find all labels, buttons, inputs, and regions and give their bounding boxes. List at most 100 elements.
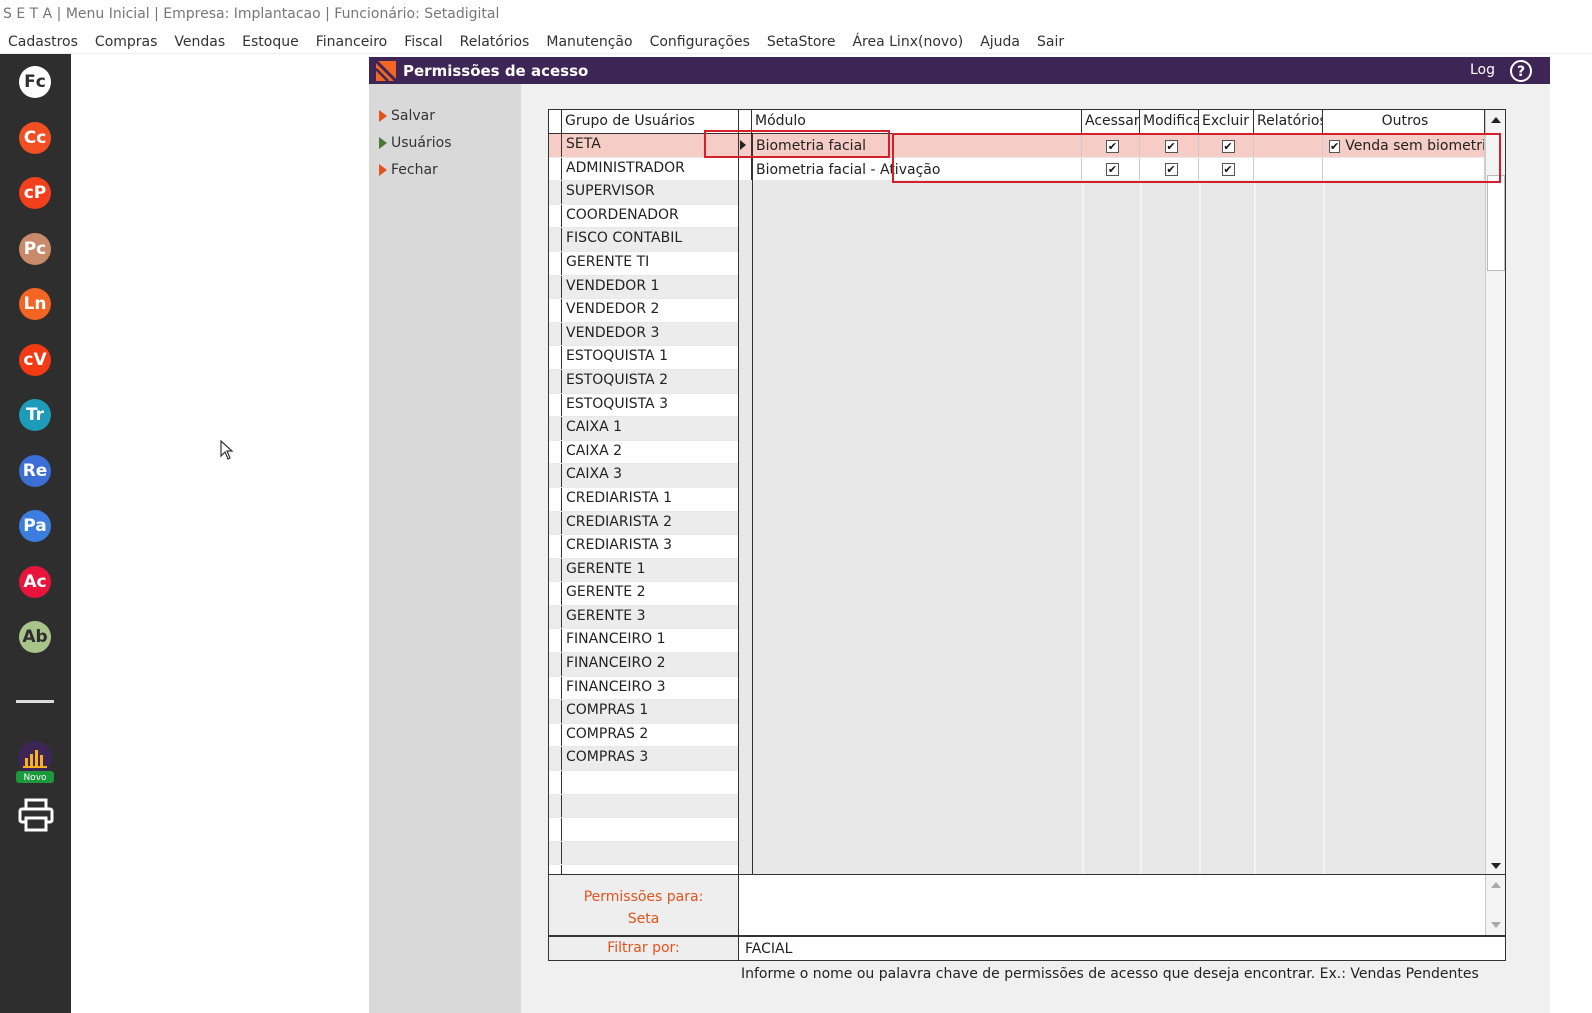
actions-panel: Salvar Usuários Fechar [369, 84, 521, 1013]
group-name: GERENTE 2 [566, 584, 646, 601]
group-row[interactable]: COMPRAS 1 [549, 700, 745, 724]
col-acessar[interactable]: Acessar [1082, 110, 1140, 133]
group-row[interactable]: GERENTE TI [549, 251, 745, 276]
menu-cadastros[interactable]: Cadastros [8, 34, 78, 50]
menu-ajuda[interactable]: Ajuda [980, 34, 1020, 50]
group-row[interactable]: COMPRAS 2 [549, 723, 745, 748]
group-row[interactable]: GERENTE 3 [549, 605, 745, 630]
groups-header-label: Grupo de Usuários [565, 113, 695, 129]
group-row[interactable]: CREDIARISTA 3 [549, 535, 745, 559]
group-row[interactable]: SUPERVISOR [549, 181, 745, 205]
group-row[interactable]: CREDIARISTA 1 [549, 487, 745, 512]
group-name: FINANCEIRO 1 [566, 631, 666, 648]
row-indicator [549, 771, 562, 794]
group-row[interactable]: CREDIARISTA 2 [549, 511, 745, 536]
group-name: CAIXA 2 [566, 442, 623, 459]
menu-relatorios[interactable]: Relatórios [460, 34, 530, 50]
group-row[interactable]: ADMINISTRADOR [549, 157, 745, 182]
group-row[interactable]: CAIXA 3 [549, 464, 745, 488]
menu-bar: Cadastros Compras Vendas Estoque Finance… [0, 30, 1592, 54]
group-row[interactable]: FINANCEIRO 3 [549, 676, 745, 701]
menu-vendas[interactable]: Vendas [174, 34, 225, 50]
group-row[interactable]: FINANCEIRO 1 [549, 629, 745, 654]
mouse-cursor-icon [220, 440, 234, 460]
menu-manutencao[interactable]: Manutenção [546, 34, 632, 50]
empty-group-row [549, 865, 745, 874]
group-name: SUPERVISOR [566, 183, 655, 200]
scroll-down-icon[interactable] [1490, 862, 1502, 870]
menu-configuracoes[interactable]: Configurações [650, 34, 750, 50]
bi-chart-icon[interactable]: Novo [15, 740, 55, 784]
row-indicator [549, 181, 562, 204]
app-fc-icon[interactable]: Fc [19, 66, 51, 98]
group-name: CAIXA 1 [566, 419, 623, 436]
row-indicator-header [549, 110, 562, 133]
action-label: Salvar [391, 107, 435, 124]
app-ln-icon[interactable]: Ln [19, 288, 51, 320]
app-pa-icon[interactable]: Pa [19, 510, 51, 542]
fechar-action[interactable]: Fechar [369, 156, 521, 183]
group-row[interactable]: VENDEDOR 1 [549, 275, 745, 300]
menu-sair[interactable]: Sair [1037, 34, 1064, 50]
filter-input[interactable] [745, 937, 1485, 960]
modules-vertical-scrollbar[interactable] [1485, 110, 1505, 874]
group-row[interactable]: ESTOQUISTA 3 [549, 393, 745, 418]
permissions-scrollbar[interactable] [1485, 875, 1505, 935]
group-name: ESTOQUISTA 2 [566, 371, 668, 388]
row-indicator [549, 700, 562, 723]
col-outros[interactable]: Outros [1323, 110, 1485, 133]
group-row[interactable]: VENDEDOR 2 [549, 299, 745, 323]
group-row[interactable]: FISCO CONTABIL [549, 228, 745, 252]
group-row[interactable]: COORDENADOR [549, 204, 745, 229]
group-row[interactable]: GERENTE 1 [549, 558, 745, 583]
salvar-action[interactable]: Salvar [369, 102, 521, 129]
scroll-up-icon[interactable] [1490, 116, 1502, 124]
group-row[interactable]: ESTOQUISTA 1 [549, 346, 745, 370]
menu-estoque[interactable]: Estoque [242, 34, 299, 50]
row-indicator [549, 346, 562, 369]
group-row[interactable]: COMPRAS 3 [549, 747, 745, 772]
modules-grid[interactable]: Módulo Acessar Modifica Excluir Relatóri… [738, 109, 1506, 875]
scroll-down-icon[interactable] [1490, 921, 1502, 929]
group-row[interactable]: FINANCEIRO 2 [549, 653, 745, 677]
group-row[interactable]: CAIXA 2 [549, 440, 745, 465]
empty-group-row [549, 771, 745, 795]
col-modifica[interactable]: Modifica [1140, 110, 1199, 133]
app-cc-icon[interactable]: Cc [19, 122, 51, 154]
group-row[interactable]: VENDEDOR 3 [549, 322, 745, 347]
row-indicator [549, 558, 562, 582]
menu-financeiro[interactable]: Financeiro [316, 34, 387, 50]
group-row[interactable]: ESTOQUISTA 2 [549, 369, 745, 394]
app-ab-icon[interactable]: Ab [19, 621, 51, 653]
app-ac-icon[interactable]: Ac [19, 566, 51, 598]
menu-compras[interactable]: Compras [95, 34, 158, 50]
window-titlebar: S E T A | Menu Inicial | Empresa: Implan… [0, 0, 1592, 30]
row-indicator [549, 818, 562, 841]
help-icon[interactable]: ? [1509, 59, 1533, 83]
row-indicator [549, 676, 562, 700]
play-arrow-icon [379, 136, 387, 149]
app-pc-icon[interactable]: Pc [19, 233, 51, 265]
titlebar-text: S E T A | Menu Inicial | Empresa: Implan… [3, 6, 500, 22]
permissions-for-value: Seta [627, 911, 660, 927]
group-name: VENDEDOR 3 [566, 324, 660, 341]
scroll-up-icon[interactable] [1490, 881, 1502, 889]
menu-fiscal[interactable]: Fiscal [404, 34, 442, 50]
user-groups-grid[interactable]: Grupo de Usuários SETA ADMINISTRADOR SUPER… [548, 109, 746, 875]
menu-setastore[interactable]: SetaStore [767, 34, 836, 50]
app-cp-icon[interactable]: cP [19, 177, 51, 209]
log-link[interactable]: Log [1470, 62, 1495, 78]
scrollbar-thumb[interactable] [1487, 175, 1505, 271]
row-indicator [549, 487, 562, 511]
app-re-icon[interactable]: Re [19, 455, 51, 487]
app-tr-icon[interactable]: Tr [19, 399, 51, 431]
app-cv-icon[interactable]: cV [19, 344, 51, 376]
col-excluir[interactable]: Excluir [1199, 110, 1254, 133]
group-row[interactable]: GERENTE 2 [549, 582, 745, 606]
group-name: COMPRAS 1 [566, 702, 649, 719]
usuarios-action[interactable]: Usuários [369, 129, 521, 156]
group-row[interactable]: CAIXA 1 [549, 417, 745, 441]
menu-area-linx[interactable]: Área Linx(novo) [852, 34, 963, 50]
col-relatorios[interactable]: Relatórios [1254, 110, 1323, 133]
printer-icon[interactable] [17, 798, 55, 832]
